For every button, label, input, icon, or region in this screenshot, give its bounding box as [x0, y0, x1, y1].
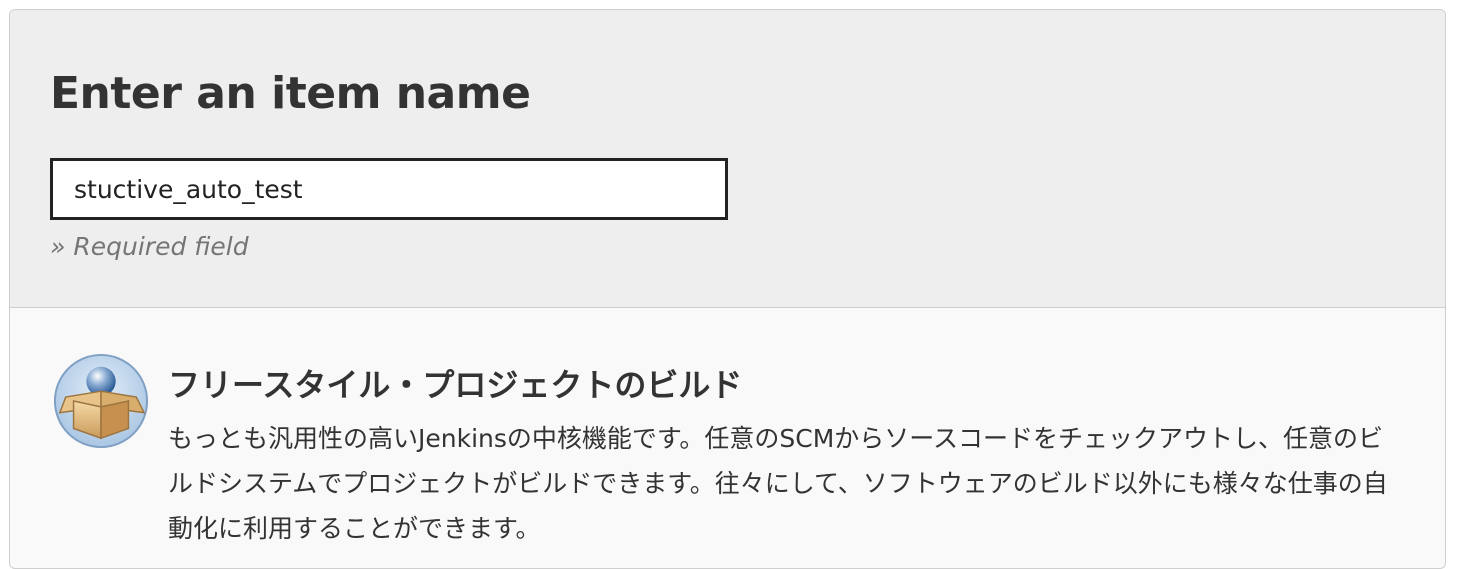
required-field-hint: » Required field: [50, 232, 249, 261]
item-type-freestyle[interactable]: フリースタイル・プロジェクトのビルド もっとも汎用性の高いJenkinsの中核機…: [10, 308, 1445, 568]
item-name-input[interactable]: [50, 158, 728, 220]
item-type-description: もっとも汎用性の高いJenkinsの中核機能です。任意のSCMからソースコードを…: [168, 424, 1388, 543]
item-name-section: Enter an item name » Required field: [10, 10, 1445, 308]
freestyle-project-box-icon: [53, 353, 149, 449]
page-title: Enter an item name: [50, 68, 531, 119]
new-item-panel: Enter an item name » Required field: [9, 9, 1446, 569]
item-type-title: フリースタイル・プロジェクトのビルド: [168, 366, 743, 404]
